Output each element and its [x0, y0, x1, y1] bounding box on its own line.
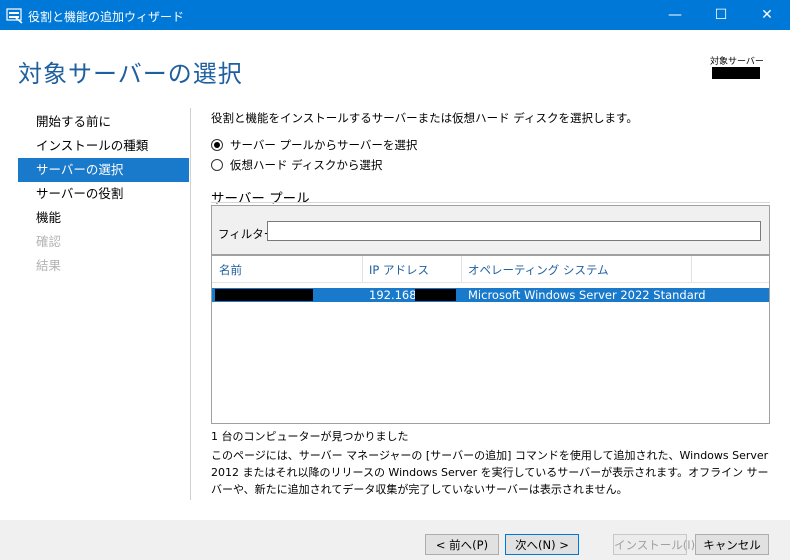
- destination-server-redacted: [712, 67, 760, 79]
- table-row[interactable]: 192.168. Microsoft Windows Server 2022 S…: [212, 288, 769, 302]
- server-pool-table: 名前 IP アドレス オペレーティング システム 192.168. Micros…: [211, 255, 770, 424]
- nav-item-installation-type[interactable]: インストールの種類: [18, 134, 189, 158]
- server-os: Microsoft Windows Server 2022 Standard: [468, 288, 706, 302]
- option-virtual-disk[interactable]: 仮想ハード ディスクから選択: [211, 157, 382, 173]
- maximize-button[interactable]: ☐: [698, 0, 744, 30]
- description-text: このページには、サーバー マネージャーの [サーバーの追加] コマンドを使用して…: [211, 449, 769, 496]
- column-separator[interactable]: [691, 256, 692, 282]
- destination-server-label: 対象サーバー: [710, 57, 764, 67]
- nav-item-server-roles[interactable]: サーバーの役割: [18, 182, 189, 206]
- filter-panel: フィルター:: [211, 205, 770, 255]
- server-wizard-icon: [6, 8, 23, 24]
- radio-unselected-icon[interactable]: [211, 159, 223, 171]
- nav-item-server-selection[interactable]: サーバーの選択: [18, 158, 189, 182]
- nav-item-confirmation: 確認: [36, 234, 62, 249]
- filter-input[interactable]: [267, 221, 761, 241]
- column-header-name[interactable]: 名前: [219, 262, 242, 278]
- nav-divider: [190, 108, 191, 500]
- column-separator[interactable]: [362, 256, 363, 282]
- radio-selected-icon[interactable]: [211, 139, 223, 151]
- found-count-text: 1 台のコンピューターが見つかりました: [211, 430, 409, 443]
- option-server-pool[interactable]: サーバー プールからサーバーを選択: [211, 137, 417, 153]
- server-pool-title: サーバー プール: [211, 191, 310, 207]
- table-header: 名前 IP アドレス オペレーティング システム: [212, 256, 769, 283]
- server-name-redacted: [215, 289, 313, 301]
- close-button[interactable]: ✕: [744, 0, 790, 30]
- column-separator[interactable]: [461, 256, 462, 282]
- minimize-button[interactable]: —: [652, 0, 698, 30]
- wizard-nav: 開始する前に インストールの種類 サーバーの選択 サーバーの役割 機能 確認 結…: [18, 110, 189, 278]
- cancel-button[interactable]: キャンセル: [695, 534, 769, 555]
- title-bar: 役割と機能の追加ウィザード — ☐ ✕: [0, 0, 790, 30]
- page-title: 対象サーバーの選択: [18, 60, 243, 88]
- nav-item-results: 結果: [36, 258, 62, 273]
- option-virtual-disk-label: 仮想ハード ディスクから選択: [230, 158, 383, 172]
- nav-item-before-you-begin[interactable]: 開始する前に: [18, 110, 189, 134]
- server-ip-redacted: [415, 289, 456, 301]
- column-header-os[interactable]: オペレーティング システム: [468, 262, 609, 278]
- instruction-text: 役割と機能をインストールするサーバーまたは仮想ハード ディスクを選択します。: [211, 111, 638, 125]
- server-pool-divider: [211, 202, 770, 203]
- install-button: インストール(I): [613, 534, 695, 555]
- column-header-ip[interactable]: IP アドレス: [369, 262, 429, 278]
- window-title: 役割と機能の追加ウィザード: [28, 10, 185, 24]
- footer-bar: < 前へ(P) 次へ(N) > インストール(I) キャンセル: [0, 520, 790, 560]
- option-server-pool-label: サーバー プールからサーバーを選択: [230, 138, 418, 152]
- server-ip: 192.168.: [369, 288, 421, 302]
- previous-button[interactable]: < 前へ(P): [425, 534, 499, 555]
- next-button[interactable]: 次へ(N) >: [505, 534, 579, 555]
- nav-item-features[interactable]: 機能: [18, 206, 189, 230]
